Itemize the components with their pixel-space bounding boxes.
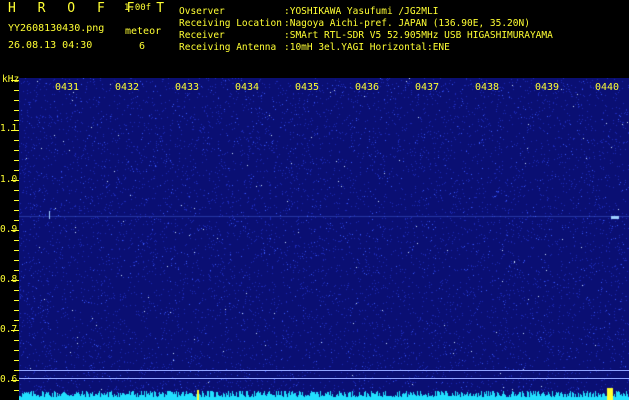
observer-label: Ovserver — [179, 6, 225, 17]
y-minor-tick — [14, 310, 19, 311]
y-minor-tick — [14, 90, 19, 91]
time-tick-0433: 0433 — [175, 82, 200, 93]
antenna-value: :10mH 3el.YAGI Horizontal:ENE — [284, 42, 450, 53]
y-major-tick — [11, 330, 19, 331]
y-major-tick — [11, 230, 19, 231]
y-minor-tick — [14, 210, 19, 211]
waterfall-noise — [19, 78, 629, 400]
time-tick-0438: 0438 — [475, 82, 500, 93]
app-version: 1.00f — [124, 3, 152, 13]
antenna-label: Receiving Antenna — [179, 42, 277, 53]
y-minor-tick — [14, 240, 19, 241]
y-minor-tick — [14, 200, 19, 201]
y-minor-tick — [14, 170, 19, 171]
y-minor-tick — [14, 190, 19, 191]
y-major-tick — [11, 280, 19, 281]
y-minor-tick — [14, 220, 19, 221]
y-minor-tick — [14, 300, 19, 301]
date-time: 26.08.13 04:30 — [8, 40, 93, 51]
time-tick-0431: 0431 — [55, 82, 80, 93]
meteor-label: meteor — [125, 26, 162, 37]
y-major-tick — [11, 380, 19, 381]
y-major-tick — [11, 180, 19, 181]
spectrum-level-bar — [19, 384, 629, 400]
y-minor-tick — [14, 340, 19, 341]
file-name: YY2608130430.png — [8, 23, 105, 34]
y-major-tick — [11, 130, 19, 131]
time-tick-0436: 0436 — [355, 82, 380, 93]
location-label: Receiving Location — [179, 18, 282, 29]
y-minor-tick — [14, 250, 19, 251]
time-tick-0437: 0437 — [415, 82, 440, 93]
location-value: :Nagoya Aichi-pref. JAPAN (136.90E, 35.2… — [284, 18, 530, 29]
y-minor-tick — [14, 320, 19, 321]
y-minor-tick — [14, 290, 19, 291]
y-tick-label-1-1: 1.1 — [0, 123, 18, 134]
receiver-value: :SMArt RTL-SDR V5 52.905MHz USB HIGASHIM… — [284, 30, 553, 41]
time-tick-0432: 0432 — [115, 82, 140, 93]
reference-line-upper — [19, 370, 629, 371]
y-minor-tick — [14, 100, 19, 101]
y-minor-tick — [14, 120, 19, 121]
y-minor-tick — [14, 350, 19, 351]
y-minor-tick — [14, 150, 19, 151]
meteor-count: 6 — [139, 41, 146, 52]
y-minor-tick — [14, 270, 19, 271]
y-minor-tick — [14, 110, 19, 111]
y-minor-tick — [14, 260, 19, 261]
reference-line-lower — [19, 378, 629, 379]
waterfall-spectrogram — [19, 78, 629, 400]
receiver-label: Receiver — [179, 30, 225, 41]
time-tick-0434: 0434 — [235, 82, 260, 93]
y-minor-tick — [14, 360, 19, 361]
y-minor-tick — [14, 160, 19, 161]
y-minor-tick — [14, 140, 19, 141]
observer-value: :YOSHIKAWA Yasufumi /JG2MLI — [284, 6, 439, 17]
y-major-tick — [11, 80, 19, 81]
time-tick-0439: 0439 — [535, 82, 560, 93]
time-tick-0435: 0435 — [295, 82, 320, 93]
time-tick-0440: 0440 — [595, 82, 620, 93]
